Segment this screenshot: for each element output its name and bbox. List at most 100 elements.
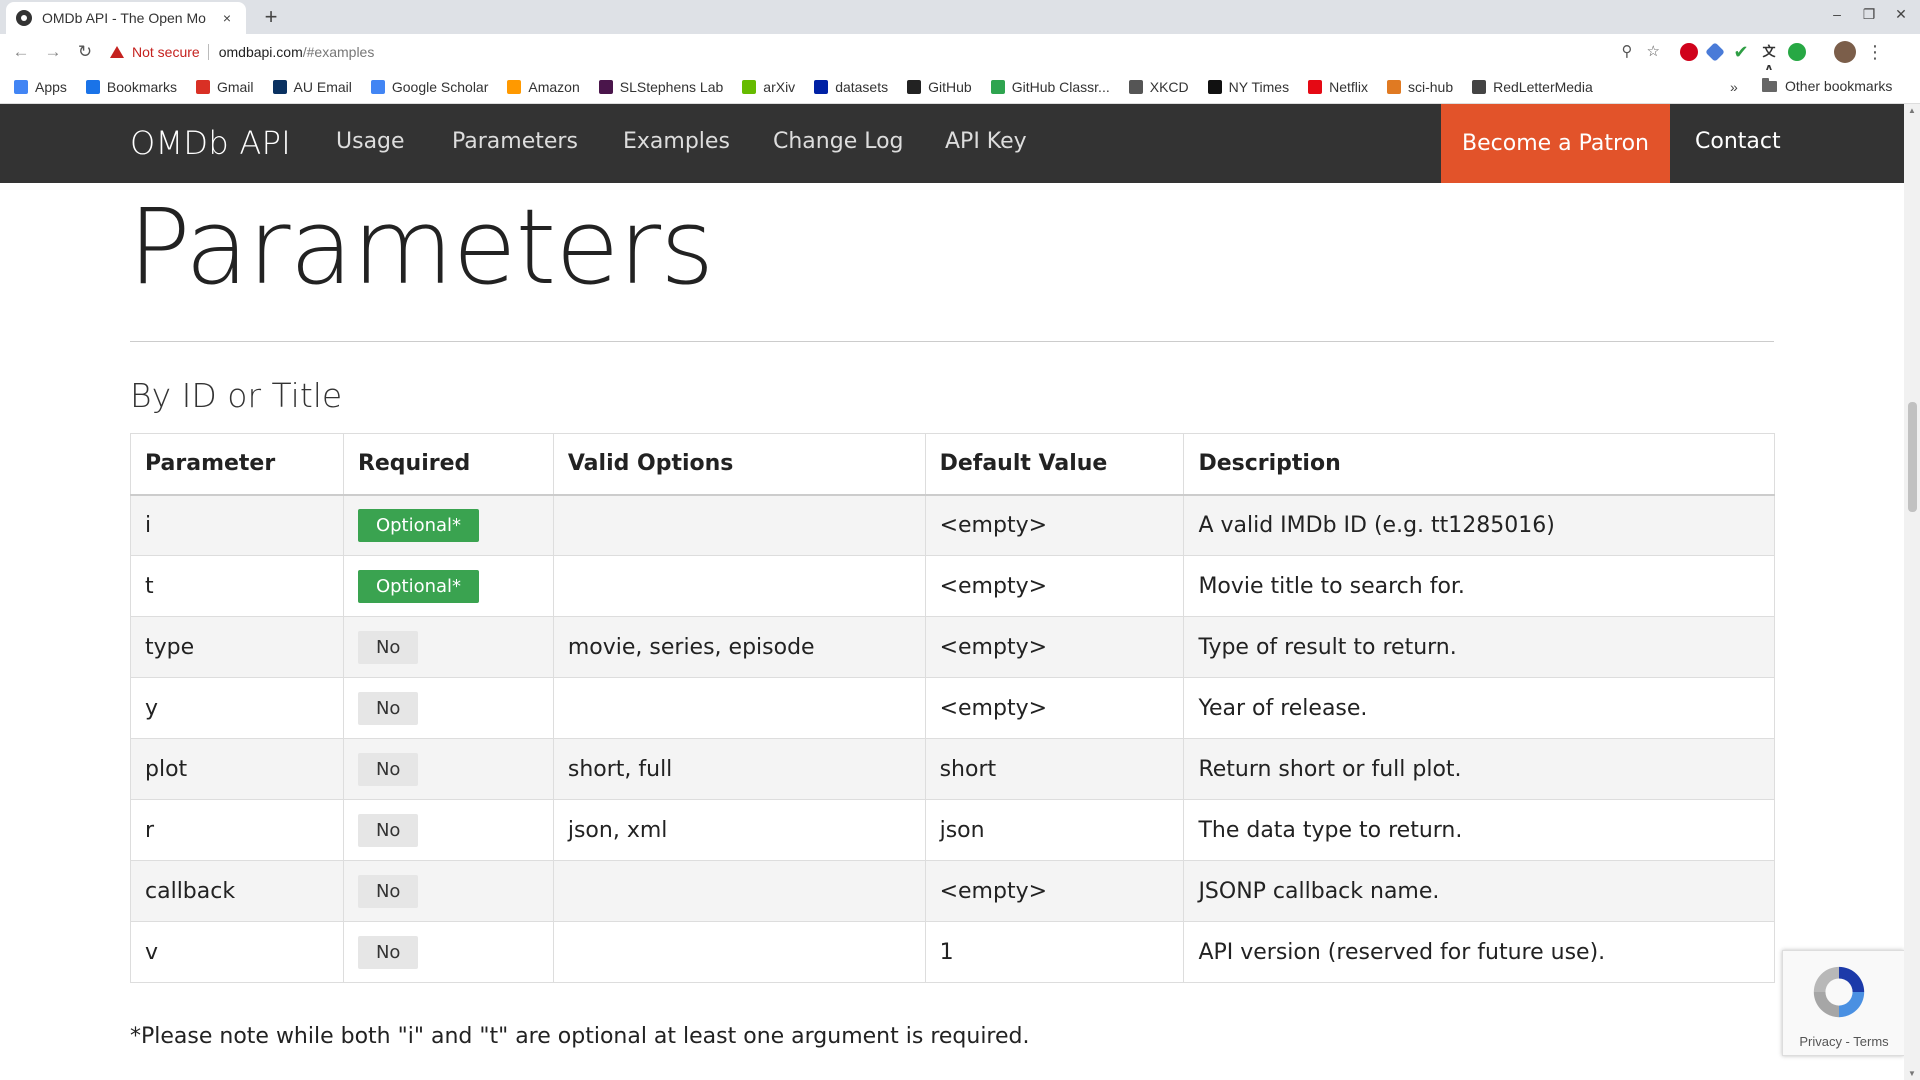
- star-icon: [85, 79, 100, 94]
- requirement-note: *Please note while both "i" and "t" are …: [130, 1024, 1030, 1049]
- cell-options: [552, 860, 926, 922]
- omnibox[interactable]: Not secure omdbapi.com /#examples ⚲ ☆: [110, 38, 1668, 66]
- au-icon: [272, 79, 287, 94]
- github-icon: [907, 79, 922, 94]
- other-bookmarks[interactable]: Other bookmarks: [1762, 77, 1892, 94]
- bookmark-item[interactable]: Amazon: [507, 78, 580, 95]
- amazon-icon: [507, 79, 522, 94]
- github-classroom-icon: [990, 79, 1005, 94]
- bookmark-item[interactable]: arXiv: [742, 79, 795, 95]
- bookmark-item[interactable]: Apps: [14, 79, 67, 95]
- cell-options: [552, 921, 926, 983]
- column-header: Description: [1183, 433, 1775, 496]
- page-title: Parameters: [128, 186, 714, 308]
- column-header: Required: [342, 433, 554, 496]
- scholar-icon: [370, 79, 385, 94]
- bookmark-item[interactable]: RedLetterMedia: [1472, 79, 1593, 95]
- opera-extension-icon[interactable]: [1680, 43, 1698, 61]
- browser-menu-icon[interactable]: ⋮: [1866, 42, 1884, 63]
- back-arrow-icon[interactable]: ←: [10, 41, 32, 63]
- cell-options: [552, 494, 926, 556]
- bookmark-label: Amazon: [528, 78, 580, 95]
- translate-extension-icon[interactable]: 文A: [1760, 43, 1778, 77]
- required-badge: No: [357, 691, 419, 725]
- cell-default: json: [924, 799, 1185, 861]
- nav-change-log[interactable]: Change Log: [773, 129, 904, 154]
- scihub-icon: [1386, 79, 1401, 94]
- cell-param: i: [130, 494, 344, 556]
- bookmark-item[interactable]: Bookmarks: [85, 79, 177, 95]
- scroll-down-icon[interactable]: ▼: [1908, 1069, 1916, 1078]
- restore-icon[interactable]: ❐: [1854, 6, 1884, 23]
- become-patron-button[interactable]: Become a Patron: [1441, 104, 1670, 183]
- zoom-icon[interactable]: ⚲: [1622, 42, 1633, 60]
- extension-blue-icon[interactable]: [1705, 42, 1725, 62]
- page-scrollbar[interactable]: ▲ ▼: [1904, 104, 1920, 1080]
- table-row: r No json, xml json The data type to return.: [130, 799, 1775, 861]
- forward-arrow-icon[interactable]: →: [42, 41, 64, 63]
- slack-icon: [598, 79, 613, 94]
- table-row: type No movie, series, episode <empty> Type …: [130, 616, 1775, 678]
- recaptcha-badge[interactable]: Privacy - Terms: [1782, 950, 1904, 1056]
- bookmark-item[interactable]: GitHub Classr...: [990, 79, 1110, 95]
- table-header-row: Parameter Required Valid Options Default…: [130, 433, 1775, 496]
- nav-contact[interactable]: Contact: [1695, 129, 1781, 154]
- table-row: callback No <empty> JSONP callback name.: [130, 860, 1775, 922]
- recaptcha-icon: [1813, 966, 1865, 1018]
- table-row: y No <empty> Year of release.: [130, 677, 1775, 739]
- nav-parameters[interactable]: Parameters: [452, 129, 578, 154]
- bookmark-item[interactable]: NY Times: [1207, 79, 1289, 95]
- browser-tab[interactable]: OMDb API - The Open Mo ×: [6, 2, 246, 34]
- nav-api-key[interactable]: API Key: [945, 129, 1027, 154]
- bookmark-item[interactable]: GitHub: [907, 79, 972, 95]
- cell-required: No: [342, 616, 554, 678]
- new-tab-button[interactable]: +: [258, 4, 284, 30]
- url-path: /#examples: [302, 44, 375, 60]
- minimize-icon[interactable]: –: [1822, 6, 1852, 22]
- cell-default: <empty>: [924, 677, 1185, 739]
- bookmark-star-icon[interactable]: ☆: [1647, 42, 1660, 60]
- cell-param: t: [130, 555, 344, 617]
- bookmark-item[interactable]: SLStephens Lab: [598, 79, 723, 95]
- scroll-up-icon[interactable]: ▲: [1908, 106, 1916, 115]
- bookmark-label: Gmail: [216, 78, 254, 95]
- cell-required: No: [342, 921, 554, 983]
- window-close-icon[interactable]: ✕: [1886, 6, 1916, 23]
- apps-grid-icon: [14, 79, 28, 94]
- recaptcha-terms-link[interactable]: Privacy - Terms: [1783, 1034, 1904, 1049]
- reload-icon[interactable]: ↻: [74, 41, 96, 63]
- bookmark-label: sci-hub: [1407, 78, 1454, 95]
- bookmark-item[interactable]: Netflix: [1308, 79, 1368, 95]
- nav-examples[interactable]: Examples: [623, 129, 730, 154]
- not-secure-label[interactable]: Not secure: [132, 44, 200, 60]
- bookmark-item[interactable]: datasets: [814, 79, 888, 95]
- cell-required: No: [342, 677, 554, 739]
- bookmark-item[interactable]: XKCD: [1128, 79, 1189, 95]
- bookmark-item[interactable]: Google Scholar: [370, 79, 488, 95]
- parameters-table: Parameter Required Valid Options Default…: [130, 433, 1775, 983]
- address-bar: ← → ↻ Not secure omdbapi.com /#examples …: [0, 34, 1920, 77]
- bookmarks-overflow-button[interactable]: »: [1730, 79, 1738, 95]
- scroll-thumb[interactable]: [1908, 402, 1917, 512]
- checkmark-extension-icon[interactable]: ✔: [1732, 43, 1750, 61]
- table-row: plot No short, full short Return short or fu…: [130, 738, 1775, 800]
- cell-required: Optional*: [342, 494, 554, 556]
- cell-default: <empty>: [924, 494, 1185, 556]
- bookmark-item[interactable]: sci-hub: [1386, 78, 1454, 95]
- site-brand[interactable]: OMDb API: [130, 124, 291, 162]
- profile-avatar[interactable]: [1834, 41, 1856, 63]
- bookmark-item[interactable]: AU Email: [272, 79, 352, 95]
- cell-options: [552, 555, 926, 617]
- required-badge: No: [357, 874, 419, 908]
- cell-description: Type of result to return.: [1183, 616, 1775, 678]
- required-badge: No: [357, 752, 419, 786]
- green-extension-icon[interactable]: [1788, 43, 1806, 61]
- bookmark-item[interactable]: Gmail: [195, 78, 254, 95]
- bookmark-label: GitHub: [928, 78, 972, 95]
- cell-param: v: [130, 921, 344, 983]
- nav-usage[interactable]: Usage: [336, 129, 405, 154]
- tab-close-icon[interactable]: ×: [218, 10, 236, 26]
- arxiv-icon: [742, 79, 757, 94]
- cell-default: short: [924, 738, 1185, 800]
- folder-icon: [1762, 77, 1777, 92]
